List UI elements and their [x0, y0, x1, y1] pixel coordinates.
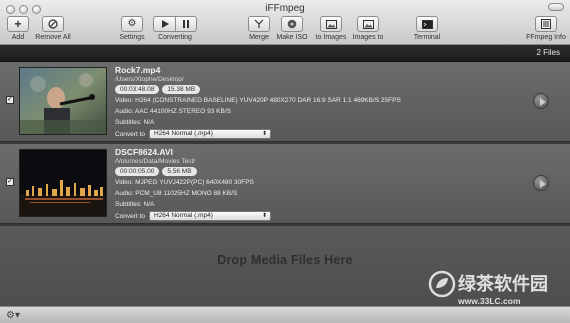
subtitles-info: Subtitles: N/A: [115, 201, 155, 208]
chevron-updown-icon: ⬍: [261, 131, 267, 137]
terminal-icon: [421, 19, 433, 29]
merge-button[interactable]: [248, 16, 270, 32]
converting-label: Converting: [158, 34, 192, 41]
image-icon: [362, 19, 374, 29]
remove-all-toolbar-item[interactable]: Remove All: [35, 16, 71, 41]
convert-format-select[interactable]: H264 Normal (.mp4) ⬍: [149, 211, 271, 221]
remove-icon: [48, 19, 58, 29]
convert-format-value: H264 Normal (.mp4): [154, 212, 213, 219]
preview-play-button[interactable]: [533, 175, 549, 191]
ffmpeg-info-button[interactable]: [535, 16, 557, 32]
watermark-url: www.33LC.com: [458, 296, 521, 306]
file-info: DSCF8624.AVI /Volumes/Data/Movies Test/ …: [115, 147, 515, 221]
settings-toolbar-item[interactable]: ⚙ Settings: [118, 16, 146, 41]
file-name: Rock7.mp4: [115, 65, 161, 75]
file-badges: 00:03:48.08 15.38 MB: [115, 85, 515, 94]
add-toolbar-item[interactable]: + Add: [7, 16, 29, 41]
merge-toolbar-item[interactable]: Merge: [248, 16, 270, 41]
file-path: /Users/Xtophe/Desktop/: [115, 76, 184, 83]
file-path: /Volumes/Data/Movies Test/: [115, 158, 196, 165]
gear-icon[interactable]: ⚙▾: [6, 310, 20, 321]
convert-label: Convert to: [115, 130, 145, 138]
terminal-toolbar-item[interactable]: Terminal: [412, 16, 442, 41]
ffmpeg-info-label: FFmpeg Info: [526, 34, 566, 41]
gear-icon: ⚙: [127, 18, 137, 29]
chevron-updown-icon: ⬍: [261, 213, 267, 219]
file-checkbox[interactable]: ✓: [6, 178, 14, 186]
convert-format-select[interactable]: H264 Normal (.mp4) ⬍: [149, 129, 271, 139]
file-badges: 00:00:05.00 5.56 MB: [115, 167, 515, 176]
duration-badge: 00:00:05.00: [115, 167, 160, 176]
file-name: DSCF8624.AVI: [115, 147, 173, 157]
audio-info: Audio: AAC 44100HZ STEREO 93 KB/S: [115, 108, 231, 115]
video-thumbnail: [19, 149, 107, 217]
merge-label: Merge: [249, 34, 269, 41]
image-icon: [325, 19, 337, 29]
plus-icon: +: [14, 17, 22, 31]
converting-segmented-control[interactable]: [153, 16, 197, 32]
images-to-toolbar-item[interactable]: Images to: [351, 16, 385, 41]
convert-row: Convert to H264 Normal (.mp4) ⬍: [115, 129, 515, 139]
add-label: Add: [11, 34, 25, 41]
convert-label: Convert to: [115, 212, 145, 220]
images-to-label: Images to: [352, 34, 384, 41]
make-iso-toolbar-item[interactable]: Make ISO: [276, 16, 308, 41]
list-icon: [541, 19, 551, 29]
list-header: 2 Files: [0, 45, 570, 62]
duration-badge: 00:03:48.08: [115, 85, 160, 94]
add-button[interactable]: +: [7, 16, 29, 32]
video-thumbnail: [19, 67, 107, 135]
file-count: 2 Files: [536, 48, 560, 57]
images-to-button[interactable]: [357, 16, 379, 32]
size-badge: 5.56 MB: [162, 167, 197, 176]
pause-convert-button[interactable]: [175, 16, 197, 32]
file-info: Rock7.mp4 /Users/Xtophe/Desktop/ 00:03:4…: [115, 65, 515, 139]
play-icon: [161, 20, 169, 28]
file-row[interactable]: ✓ DSCF8624.AVI /Volumes/Data/Movies Test…: [0, 144, 570, 224]
preview-play-button[interactable]: [533, 93, 549, 109]
pause-icon: [183, 20, 189, 28]
converting-toolbar-item[interactable]: Converting: [153, 16, 197, 41]
terminal-label: Terminal: [413, 34, 441, 41]
leaf-logo-icon: [428, 270, 456, 298]
file-list: ✓ Rock7.mp4 /Users/Xtophe/Desktop/ 00:03…: [0, 62, 570, 226]
drop-zone-text: Drop Media Files Here: [217, 253, 353, 267]
disc-icon: [287, 19, 297, 29]
make-iso-button[interactable]: [281, 16, 303, 32]
ffmpeg-info-toolbar-item[interactable]: FFmpeg Info: [526, 16, 566, 41]
window-titlebar: iFFmpeg + Add Remove All ⚙ Settings Conv…: [0, 0, 570, 45]
to-images-button[interactable]: [320, 16, 342, 32]
convert-row: Convert to H264 Normal (.mp4) ⬍: [115, 211, 515, 221]
to-images-toolbar-item[interactable]: to Images: [313, 16, 349, 41]
subtitles-info: Subtitles: N/A: [115, 119, 155, 126]
toolbar-toggle-button[interactable]: [548, 3, 564, 11]
size-badge: 15.38 MB: [162, 85, 201, 94]
remove-all-label: Remove All: [35, 34, 71, 41]
video-info: Video: MJPEG YUVJ422P(PC) 640X480 30FPS: [115, 179, 254, 186]
watermark-text: 绿茶软件园: [458, 274, 548, 294]
to-images-label: to Images: [315, 34, 347, 41]
settings-label: Settings: [119, 34, 145, 41]
file-row[interactable]: ✓ Rock7.mp4 /Users/Xtophe/Desktop/ 00:03…: [0, 62, 570, 142]
start-convert-button[interactable]: [153, 16, 175, 32]
audio-info: Audio: PCM_U8 11025HZ MONO 88 KB/S: [115, 190, 238, 197]
merge-icon: [254, 19, 264, 28]
terminal-button[interactable]: [416, 16, 438, 32]
video-info: Video: H264 (CONSTRAINED BASELINE) YUV42…: [115, 97, 401, 104]
remove-all-button[interactable]: [42, 16, 64, 32]
make-iso-label: Make ISO: [276, 34, 308, 41]
convert-format-value: H264 Normal (.mp4): [154, 130, 213, 137]
window-title: iFFmpeg: [265, 3, 305, 14]
settings-button[interactable]: ⚙: [121, 16, 143, 32]
file-checkbox[interactable]: ✓: [6, 96, 14, 104]
watermark: 绿茶软件园 www.33LC.com: [428, 266, 564, 318]
